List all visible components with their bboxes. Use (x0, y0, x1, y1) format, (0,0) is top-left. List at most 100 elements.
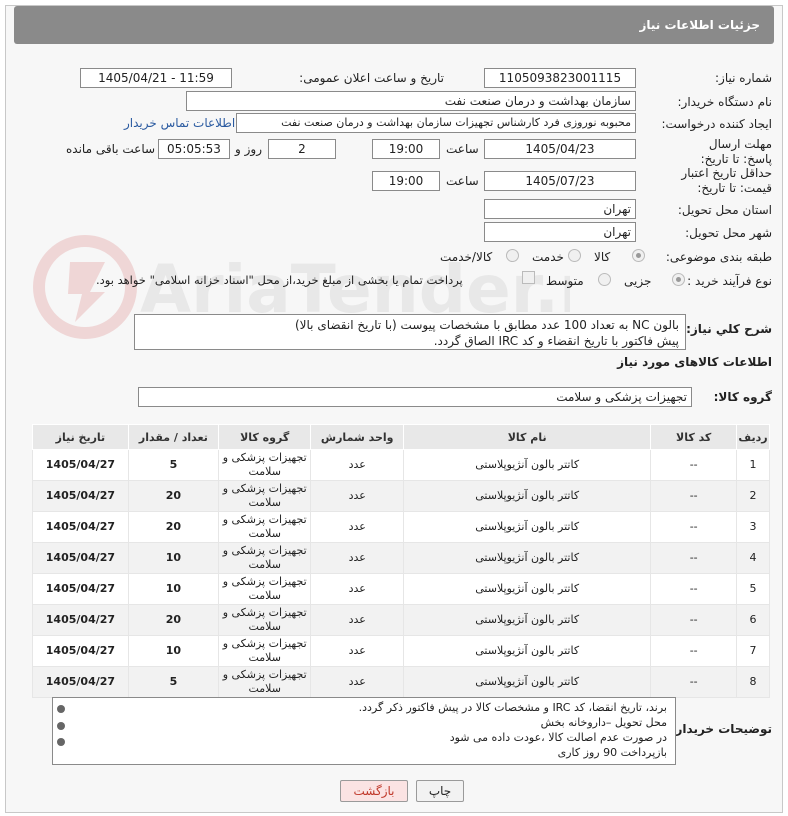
row-name: کاتتر بالون آنژیوپلاستی (403, 604, 652, 636)
notes-line-3: در صورت عدم اصالت کالا ،عودت داده می شود (449, 731, 667, 744)
row-group: تجهیزات پزشکی و سلامت (217, 635, 312, 667)
row-unit: عدد (310, 573, 405, 605)
table-row: 8 -- کاتتر بالون آنژیوپلاستی عدد تجهیزات پزش… (32, 666, 770, 698)
col-header-qty: تعداد / مقدار (127, 424, 219, 450)
row-index: 2 (736, 480, 770, 512)
row-name: کاتتر بالون آنژیوپلاستی (403, 542, 652, 574)
province-label: استان محل تحویل: (677, 203, 772, 217)
row-index: 7 (736, 635, 770, 667)
summary-label: شرح کلي نياز: (686, 322, 772, 336)
row-unit: عدد (310, 542, 405, 574)
table-row: 7 -- کاتتر بالون آنژیوپلاستی عدد تجهیزات پزش… (32, 635, 770, 667)
notes-scrollbar[interactable] (55, 702, 67, 760)
row-code: -- (650, 666, 738, 698)
remaining-time-field: 05:05:53 (158, 139, 230, 159)
page-header: جزئیات اطلاعات نیاز (14, 6, 774, 44)
process-radio-medium[interactable] (598, 273, 611, 286)
goods-group-label: گروه کالا: (713, 390, 772, 404)
days-field: 2 (268, 139, 336, 159)
row-code: -- (650, 511, 738, 543)
row-code: -- (650, 449, 738, 481)
category-radio-goods[interactable] (632, 249, 645, 262)
process-radio-minor[interactable] (672, 273, 685, 286)
row-unit: عدد (310, 635, 405, 667)
row-group: تجهیزات پزشکی و سلامت (217, 480, 312, 512)
row-unit: عدد (310, 480, 405, 512)
process-option-minor: جزیی (624, 274, 652, 288)
row-index: 6 (736, 604, 770, 636)
col-header-date: تاریخ نیاز (32, 424, 129, 450)
reply-time-label: ساعت (446, 142, 479, 156)
row-unit: عدد (310, 449, 405, 481)
announce-field: 1405/04/21 - 11:59 (80, 68, 232, 88)
notes-text: برند، تاریخ انقضا، کد IRC و مشخصات کالا … (359, 700, 667, 760)
row-group: تجهیزات پزشکی و سلامت (217, 449, 312, 481)
table-row: 6 -- کاتتر بالون آنژیوپلاستی عدد تجهیزات پزش… (32, 604, 770, 636)
col-header-group: گروه کالا (217, 424, 312, 450)
row-date: 1405/04/27 (32, 511, 129, 543)
validity-time-label: ساعت (446, 174, 479, 188)
row-qty: 10 (127, 573, 219, 605)
row-qty: 5 (127, 666, 219, 698)
row-group: تجهیزات پزشکی و سلامت (217, 666, 312, 698)
row-code: -- (650, 480, 738, 512)
row-code: -- (650, 542, 738, 574)
row-name: کاتتر بالون آنژیوپلاستی (403, 666, 652, 698)
row-name: کاتتر بالون آنژیوپلاستی (403, 449, 652, 481)
row-unit: عدد (310, 511, 405, 543)
need-number-field: 1105093823001115 (484, 68, 636, 88)
row-name: کاتتر بالون آنژیوپلاستی (403, 573, 652, 605)
col-header-code: کد کالا (650, 424, 738, 450)
table-row: 4 -- کاتتر بالون آنژیوپلاستی عدد تجهیزات پزش… (32, 542, 770, 574)
page-title: جزئیات اطلاعات نیاز (639, 18, 760, 32)
row-qty: 20 (127, 480, 219, 512)
notes-label: توضیحات خریدار: (670, 722, 772, 736)
validity-date-field: 1405/07/23 (484, 171, 636, 191)
process-option-medium: متوسط (546, 274, 584, 288)
goods-group-field: تجهیزات پزشکی و سلامت (138, 387, 692, 407)
notes-box[interactable]: برند، تاریخ انقضا، کد IRC و مشخصات کالا … (52, 697, 676, 765)
table-header-row: ردیف کد کالا نام کالا واحد شمارش گروه کا… (32, 424, 770, 450)
category-option-goods-service: کالا/خدمت (440, 250, 493, 264)
back-button[interactable]: بازگشت (340, 780, 408, 802)
row-index: 3 (736, 511, 770, 543)
requester-label: ایجاد کننده درخواست: (661, 117, 772, 131)
table-row: 2 -- کاتتر بالون آنژیوپلاستی عدد تجهیزات پزش… (32, 480, 770, 512)
row-code: -- (650, 573, 738, 605)
col-header-unit: واحد شمارش (310, 424, 405, 450)
row-date: 1405/04/27 (32, 480, 129, 512)
row-date: 1405/04/27 (32, 542, 129, 574)
category-radio-service[interactable] (568, 249, 581, 262)
row-code: -- (650, 635, 738, 667)
row-index: 5 (736, 573, 770, 605)
remaining-label: ساعت باقی مانده (66, 142, 156, 156)
notes-line-2: محل تحویل –داروخانه بخش (540, 716, 667, 729)
row-qty: 10 (127, 635, 219, 667)
reply-date-field: 1405/04/23 (484, 139, 636, 159)
reply-deadline-label: مهلت ارسال پاسخ: تا تاریخ: (700, 137, 772, 166)
row-group: تجهیزات پزشکی و سلامت (217, 573, 312, 605)
row-qty: 10 (127, 542, 219, 574)
need-number-label: شماره نیاز: (715, 71, 772, 85)
row-name: کاتتر بالون آنژیوپلاستی (403, 480, 652, 512)
category-label: طبقه بندی موضوعی: (665, 250, 772, 264)
contact-link[interactable]: اطلاعات تماس خریدار (124, 116, 235, 130)
row-name: کاتتر بالون آنژیوپلاستی (403, 511, 652, 543)
row-date: 1405/04/27 (32, 666, 129, 698)
category-radio-goods-service[interactable] (506, 249, 519, 262)
notes-line-4: بازپرداخت 90 روز کاری (557, 746, 667, 759)
items-table: ردیف کد کالا نام کالا واحد شمارش گروه کا… (32, 424, 770, 698)
category-option-goods: کالا (594, 250, 611, 264)
process-label: نوع فرآیند خرید : (687, 274, 772, 288)
city-field: تهران (484, 222, 636, 242)
row-index: 4 (736, 542, 770, 574)
days-label: روز و (235, 142, 262, 156)
print-button[interactable]: چاپ (416, 780, 464, 802)
row-date: 1405/04/27 (32, 573, 129, 605)
row-group: تجهیزات پزشکی و سلامت (217, 511, 312, 543)
payment-checkbox[interactable] (522, 271, 535, 284)
announce-label: تاریخ و ساعت اعلان عمومی: (299, 71, 444, 85)
row-date: 1405/04/27 (32, 635, 129, 667)
requester-field: محبوبه نوروزی فرد کارشناس تجهیزات سازمان… (236, 113, 636, 133)
buyer-org-field: سازمان بهداشت و درمان صنعت نفت (186, 91, 636, 111)
